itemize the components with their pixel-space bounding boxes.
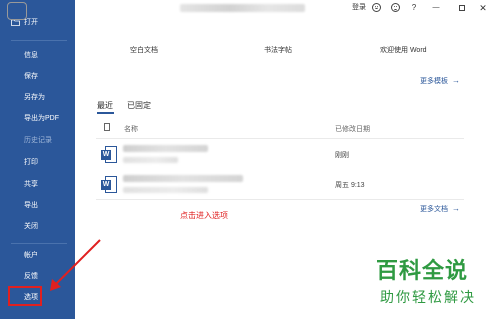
more-templates-label: 更多模板 [420, 78, 448, 85]
sidebar-item-label: 历史记录 [24, 137, 52, 144]
word-document-icon: W [101, 176, 117, 193]
sidebar-divider [11, 243, 67, 244]
arrow-right-icon: → [452, 204, 460, 213]
file-modified-date: 刚刚 [335, 152, 349, 159]
help-button[interactable]: ? [409, 2, 419, 14]
blurred-file-name [123, 175, 243, 182]
watermark-title: 百科全说 [376, 258, 469, 283]
tab-pinned[interactable]: 已固定 [127, 100, 151, 111]
sidebar-item-save[interactable]: 保存 [0, 69, 75, 85]
template-label-welcome[interactable]: 欢迎使用 Word [380, 45, 427, 55]
word-document-icon: W [101, 146, 117, 163]
folder-open-icon [11, 19, 20, 26]
watermark-logo: 百科全说 助你轻松解决 [368, 253, 498, 313]
more-templates-link[interactable]: 更多模板 → [420, 76, 460, 86]
recent-file-row[interactable]: W 周五 9:13 [96, 170, 464, 200]
close-window-button[interactable]: ✕ [477, 2, 489, 14]
watermark-subtitle: 助你轻松解决 [380, 289, 476, 305]
column-header-name[interactable]: 名称 [124, 124, 138, 134]
recent-file-row[interactable]: W 刚刚 [96, 140, 464, 170]
sidebar-item-label: 信息 [24, 52, 38, 59]
document-header-icon [104, 123, 110, 131]
sidebar-item-label: 导出 [24, 202, 38, 209]
sidebar-item-history: 历史记录 [0, 133, 75, 149]
sidebar-item-label: 保存 [24, 73, 38, 80]
blurred-file-path [123, 187, 208, 193]
template-label-calligraphy[interactable]: 书法字帖 [264, 45, 292, 55]
sidebar-item-label: 反馈 [24, 273, 38, 280]
column-header-date[interactable]: 已修改日期 [335, 124, 370, 134]
sidebar-item-account[interactable]: 帐户 [0, 248, 75, 264]
more-documents-label: 更多文档 [420, 206, 448, 213]
sidebar-item-export[interactable]: 导出 [0, 198, 75, 214]
file-modified-date: 周五 9:13 [335, 182, 365, 189]
annotation-text: 点击进入选项 [180, 211, 228, 220]
blurred-file-path [123, 157, 178, 163]
sidebar-item-label: 另存为 [24, 94, 45, 101]
row-divider [96, 138, 464, 139]
sidebar-item-info[interactable]: 信息 [0, 48, 75, 64]
sidebar-item-close[interactable]: 关闭 [0, 219, 75, 235]
tab-recent[interactable]: 最近 [97, 100, 114, 114]
sidebar-item-label: 导出为PDF [24, 115, 59, 122]
backstage-sidebar: 打开 信息 保存 另存为 导出为PDF 历史记录 打印 共享 导出 关闭 帐户 … [0, 0, 75, 319]
sidebar-item-label: 帐户 [24, 252, 38, 259]
sidebar-item-feedback[interactable]: 反馈 [0, 269, 75, 285]
sidebar-item-label: 打印 [24, 159, 38, 166]
arrow-right-icon: → [452, 76, 460, 85]
sidebar-item-label: 关闭 [24, 223, 38, 230]
sidebar-item-share[interactable]: 共享 [0, 177, 75, 193]
more-documents-link[interactable]: 更多文档 → [420, 204, 460, 214]
restore-window-icon[interactable] [459, 5, 465, 11]
blurred-file-name [123, 145, 208, 152]
smile-feedback-icon[interactable] [372, 3, 381, 12]
sidebar-item-label: 共享 [24, 181, 38, 188]
template-label-blank[interactable]: 空白文档 [130, 45, 158, 55]
sidebar-item-label: 打开 [24, 19, 38, 26]
login-button[interactable]: 登录 [352, 2, 366, 14]
row-divider [96, 199, 464, 200]
blurred-document-title [180, 4, 305, 12]
frown-feedback-icon[interactable] [391, 3, 400, 12]
sidebar-item-print[interactable]: 打印 [0, 155, 75, 171]
minimize-button[interactable]: — [430, 2, 442, 14]
sidebar-divider [11, 40, 67, 41]
arrow-down-icon [16, 7, 26, 14]
sidebar-item-export-pdf[interactable]: 导出为PDF [0, 111, 75, 127]
sidebar-item-save-as[interactable]: 另存为 [0, 90, 75, 106]
options-highlight-box [8, 286, 42, 306]
